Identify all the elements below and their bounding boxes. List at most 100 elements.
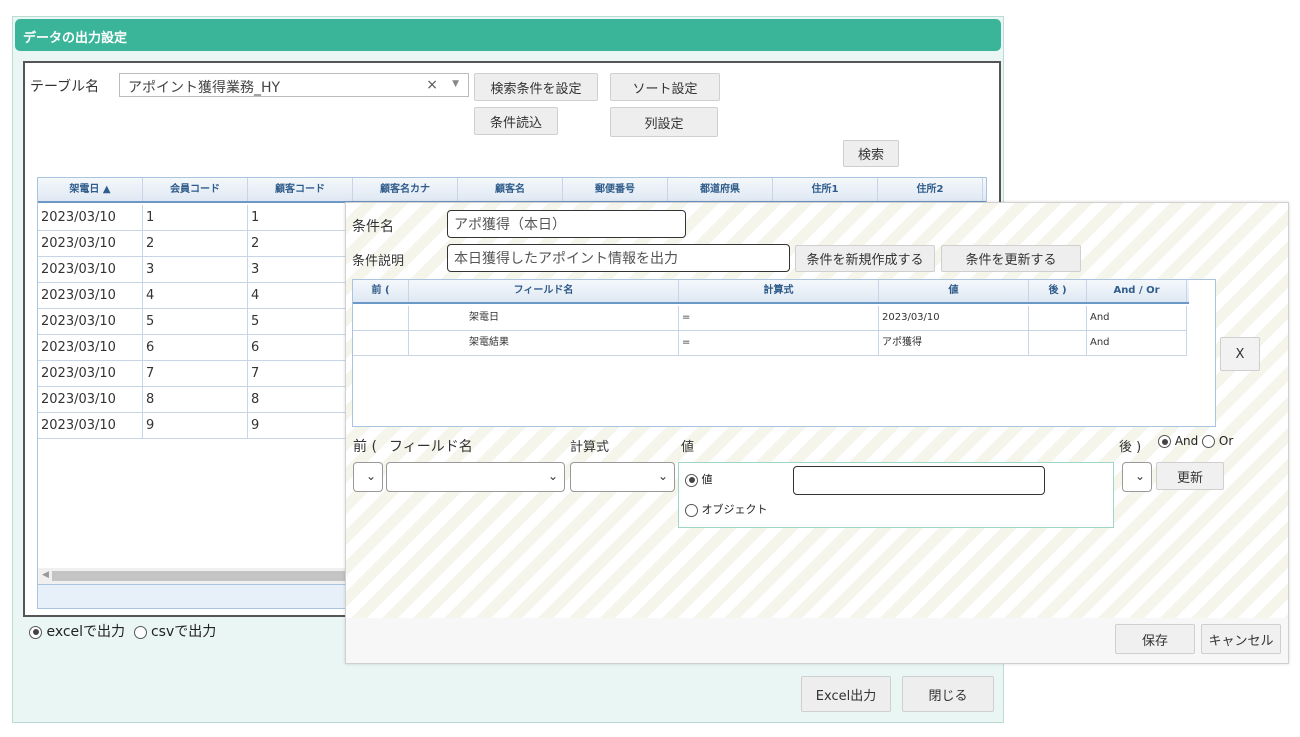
- or-radio-label[interactable]: Or: [1219, 434, 1233, 448]
- value-input[interactable]: [793, 466, 1045, 495]
- condition-name-input[interactable]: アポ獲得（本日）: [447, 210, 686, 238]
- save-button[interactable]: 保存: [1115, 624, 1195, 654]
- table-cell: [353, 306, 409, 331]
- apply-update-button[interactable]: 更新: [1156, 462, 1224, 490]
- sort-settings-button[interactable]: ソート設定: [610, 73, 720, 101]
- table-row[interactable]: 架電結果 = アポ獲得 And: [353, 331, 1187, 356]
- table-row[interactable]: 2023/03/10 9 9: [38, 413, 353, 439]
- condition-dialog-footer: 保存 キャンセル: [346, 618, 1288, 663]
- table-cell: 2023/03/10: [38, 283, 143, 309]
- post-paren-label: 後 ): [1119, 440, 1142, 455]
- table-cell: 2023/03/10: [38, 309, 143, 335]
- load-condition-button[interactable]: 条件読込: [474, 107, 558, 135]
- search-condition-button[interactable]: 検索条件を設定: [474, 73, 598, 101]
- csv-radio-label[interactable]: csvで出力: [151, 624, 216, 640]
- table-row[interactable]: 2023/03/10 3 3: [38, 257, 353, 283]
- pre-paren-select[interactable]: ⌄: [353, 462, 383, 492]
- clear-icon[interactable]: ×: [426, 77, 438, 93]
- create-condition-button[interactable]: 条件を新規作成する: [795, 245, 935, 272]
- table-cell: [1029, 306, 1087, 331]
- table-cell: 2: [143, 231, 248, 257]
- chevron-down-icon: ⌄: [657, 469, 668, 483]
- condition-desc-input[interactable]: 本日獲得したアポイント情報を出力: [447, 244, 790, 272]
- grid-header-cell[interactable]: 住所1: [773, 178, 878, 201]
- object-radio[interactable]: [685, 503, 698, 517]
- field-name-select[interactable]: ⌄: [386, 462, 565, 492]
- and-radio-label[interactable]: And: [1175, 434, 1198, 448]
- calc-label: 計算式: [570, 440, 610, 455]
- grid-header-cell[interactable]: 顧客コード: [248, 178, 353, 201]
- and-or-group: And Or: [1158, 434, 1233, 448]
- table-row[interactable]: 2023/03/10 7 7: [38, 361, 353, 387]
- table-cell: 1: [143, 205, 248, 231]
- object-radio-label[interactable]: オブジェクト: [702, 503, 768, 516]
- table-row[interactable]: 2023/03/10 8 8: [38, 387, 353, 413]
- grid-header-cell[interactable]: 都道府県: [668, 178, 773, 201]
- csv-radio[interactable]: [133, 625, 147, 639]
- table-row[interactable]: 2023/03/10 4 4: [38, 283, 353, 309]
- grid-header: 架電日 ▲ 会員コード 顧客コード 顧客名カナ 顧客名 郵便番号 都道府県 住所…: [38, 178, 986, 203]
- excel-radio-label[interactable]: excelで出力: [46, 624, 125, 640]
- dropdown-arrow-icon[interactable]: ▼: [452, 79, 459, 89]
- condition-grid: 前 ( フィールド名 計算式 値 後 ) And / Or 架電日 = 2023…: [352, 279, 1216, 427]
- delete-row-button[interactable]: X: [1220, 337, 1260, 371]
- table-row[interactable]: 2023/03/10 5 5: [38, 309, 353, 335]
- table-cell: 9: [143, 413, 248, 439]
- scrollbar-thumb[interactable]: [52, 571, 352, 581]
- table-row[interactable]: 2023/03/10 6 6: [38, 335, 353, 361]
- table-cell: 1: [248, 205, 353, 231]
- condition-name-label: 条件名: [352, 219, 394, 235]
- grid-header-cell[interactable]: And / Or: [1087, 280, 1187, 302]
- cancel-button[interactable]: キャンセル: [1201, 624, 1281, 654]
- grid-header-cell[interactable]: 架電日 ▲: [38, 178, 143, 201]
- grid-header-cell[interactable]: 会員コード: [143, 178, 248, 201]
- table-cell: 9: [248, 413, 353, 439]
- value-radio[interactable]: [685, 473, 698, 487]
- table-cell: 8: [248, 387, 353, 413]
- dialog-title: データの出力設定: [23, 31, 128, 46]
- scroll-left-icon[interactable]: ◀: [42, 570, 49, 580]
- post-paren-select[interactable]: ⌄: [1122, 462, 1152, 492]
- grid-header-cell[interactable]: 前 (: [353, 280, 409, 302]
- table-cell: 3: [248, 257, 353, 283]
- grid-header-cell[interactable]: 後 ): [1029, 280, 1087, 302]
- search-button[interactable]: 検索: [843, 140, 899, 167]
- table-select[interactable]: アポイント獲得業務_HY × ▼: [119, 73, 469, 97]
- grid-header-cell[interactable]: フィールド名: [409, 280, 679, 302]
- and-radio[interactable]: [1158, 435, 1171, 448]
- close-button[interactable]: 閉じる: [902, 676, 994, 712]
- table-cell: 2023/03/10: [38, 231, 143, 257]
- grid-header-cell[interactable]: 郵便番号: [563, 178, 668, 201]
- table-cell: 4: [248, 283, 353, 309]
- column-settings-button[interactable]: 列設定: [610, 107, 718, 137]
- table-cell: アポ獲得: [879, 331, 1029, 356]
- table-cell: And: [1087, 306, 1187, 331]
- value-label: 値: [681, 440, 695, 455]
- grid-header-cell[interactable]: 住所2: [878, 178, 983, 201]
- grid-header-cell[interactable]: 顧客名カナ: [353, 178, 458, 201]
- chevron-down-icon: ⌄: [365, 469, 376, 483]
- value-radio-row: 値: [685, 471, 713, 487]
- table-cell: [353, 331, 409, 356]
- table-cell: 2023/03/10: [38, 205, 143, 231]
- table-cell: 3: [143, 257, 248, 283]
- table-cell: [1029, 331, 1087, 356]
- condition-desc-label: 条件説明: [352, 254, 405, 269]
- table-row[interactable]: 2023/03/10 1 1: [38, 205, 353, 231]
- table-cell: 7: [143, 361, 248, 387]
- excel-radio[interactable]: [29, 625, 42, 639]
- pre-paren-label: 前 (: [353, 439, 377, 455]
- grid-header-cell[interactable]: 値: [879, 280, 1029, 302]
- table-cell: 6: [248, 335, 353, 361]
- excel-output-button[interactable]: Excel出力: [801, 676, 891, 712]
- grid-header-cell[interactable]: 顧客名: [458, 178, 563, 201]
- table-cell: 5: [143, 309, 248, 335]
- table-row[interactable]: 架電日 = 2023/03/10 And: [353, 306, 1187, 331]
- update-condition-button[interactable]: 条件を更新する: [941, 245, 1081, 272]
- value-radio-label[interactable]: 値: [702, 473, 713, 486]
- grid-header-cell[interactable]: 計算式: [679, 280, 879, 302]
- calc-select[interactable]: ⌄: [570, 462, 675, 492]
- field-name-label: フィールド名: [389, 439, 473, 455]
- table-row[interactable]: 2023/03/10 2 2: [38, 231, 353, 257]
- or-radio[interactable]: [1202, 435, 1216, 448]
